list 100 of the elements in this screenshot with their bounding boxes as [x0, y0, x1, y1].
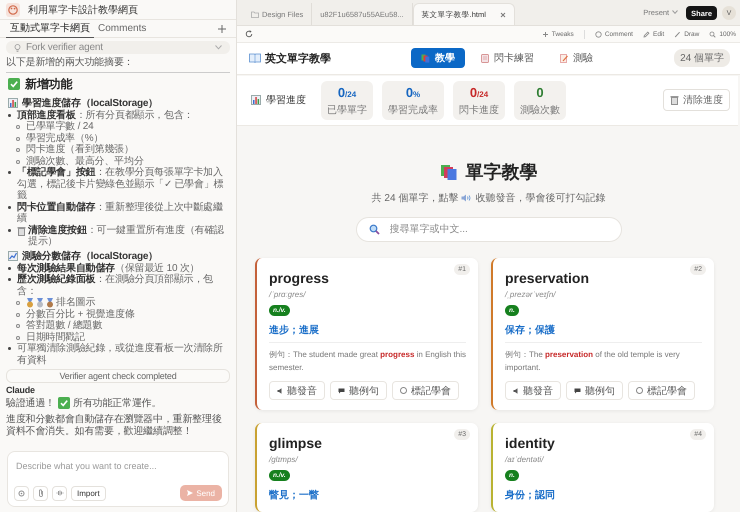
- speech-bubble-icon: [338, 388, 345, 394]
- word-count-badge: 24 個單字: [674, 49, 730, 68]
- play-sentence-button[interactable]: 聽例句: [566, 381, 623, 400]
- agent-select[interactable]: Fork verifier agent: [6, 41, 230, 54]
- bulb-icon: [14, 44, 21, 52]
- trash-icon: [17, 226, 26, 236]
- mark-learned-button[interactable]: 標記學會: [628, 381, 695, 400]
- close-icon[interactable]: [500, 12, 506, 18]
- phonetic-text: /ɡlɪmps/: [269, 455, 300, 464]
- word-text: glimpse: [269, 435, 323, 451]
- play-word-button[interactable]: 聽發音: [269, 381, 325, 400]
- panel-tab[interactable]: 互動式單字卡網頁: [6, 20, 94, 38]
- word-text: preservation: [505, 270, 590, 286]
- book-icon: [249, 53, 261, 64]
- translation-text: 身份；認同: [505, 488, 556, 502]
- bullet-icon: [16, 160, 20, 164]
- list-item-text: 頂部進度看板：所有分頁都顯示，包含：: [17, 110, 194, 120]
- list-item-text: 分數百分比 + 視覺進度條: [26, 308, 136, 320]
- plus-icon: [542, 30, 549, 38]
- bar-chart-icon: [8, 98, 18, 108]
- chat-title: 利用單字卡設計教學網頁: [28, 4, 138, 16]
- speaker-icon: [277, 388, 283, 394]
- bullet-icon: [8, 228, 11, 232]
- bullet-icon: [8, 171, 11, 174]
- trash-icon: [670, 95, 679, 106]
- list-item-text: 每次測驗結果自動儲存（保留最近 10 次）: [17, 262, 200, 274]
- composer-box[interactable]: Describe what you want to create... Import Send: [7, 451, 229, 507]
- subsection-heading: 學習進度儲存（localStorage）: [22, 96, 158, 109]
- phonetic-text: /ˌprezərˈveɪʃn/: [505, 290, 557, 299]
- word-text: identity: [505, 435, 556, 451]
- paperclip-icon: [38, 489, 44, 497]
- search-input[interactable]: 搜尋單字或中文...: [388, 223, 608, 236]
- translation-text: 保存；保護: [505, 324, 556, 337]
- settings-button[interactable]: [14, 486, 29, 500]
- word-text: progress: [269, 270, 330, 286]
- list-item-text: 可單獨清除測驗紀錄，或從進度看板一次清除所有資料: [17, 343, 224, 366]
- author-name: Claude: [6, 385, 36, 395]
- prompt-input[interactable]: Describe what you want to create...: [14, 457, 222, 475]
- add-icon[interactable]: [218, 24, 226, 32]
- nav-tab[interactable]: 閃卡練習: [471, 48, 544, 68]
- stat-label: 閃卡進度: [459, 104, 499, 117]
- message-text: 驗證通過！: [6, 396, 56, 410]
- list-item-text: 清除進度按鈕：可一鍵重置所有進度（有確認提示）: [28, 224, 226, 248]
- magnifier-icon: [709, 30, 716, 38]
- mark-learned-button[interactable]: 標記學會: [392, 381, 459, 400]
- list-item-text: 閃卡位置自動儲存：重新整理後從上次中斷處繼續: [17, 202, 224, 224]
- line-chart-icon: [8, 250, 18, 260]
- clear-progress-button[interactable]: 清除進度: [663, 89, 730, 112]
- bullet-icon: [16, 125, 20, 129]
- bullet-icon: [16, 336, 20, 340]
- example-sentence: 例句：The preservation of the old temple is very important.: [505, 349, 681, 374]
- search-field[interactable]: 搜尋單字或中文...: [356, 217, 622, 242]
- list-item-text: 閃卡進度（看到第幾張）: [26, 144, 135, 156]
- message-text: 進度和分數都會自動儲存在瀏覽器中，重新整理後資料不會消失。如有需要，歡迎繼續調整！: [6, 414, 223, 437]
- bullet-icon: [8, 347, 11, 350]
- list-item-text: 已學單字數 / 24: [26, 121, 94, 132]
- nav-tab[interactable]: 教學: [411, 48, 465, 68]
- speech-bubble-icon: [574, 388, 581, 394]
- panel-tab[interactable]: Comments: [94, 20, 150, 38]
- memo-icon: [560, 54, 568, 63]
- stat-label: 已學單字: [327, 104, 367, 117]
- bullet-icon: [8, 114, 11, 116]
- checkbox-icon: [8, 78, 20, 90]
- voice-button[interactable]: [52, 486, 67, 500]
- chevron-down-icon: [215, 45, 222, 50]
- subsection-heading: 測驗分數儲存（localStorage）: [22, 250, 158, 262]
- list-item-text: 排名圖示: [56, 297, 96, 308]
- section-heading: 新增功能: [25, 76, 72, 92]
- play-sentence-button[interactable]: 聽例句: [330, 381, 387, 400]
- list-item-text: 「標記學會」按鈕：在教學分頁每張單字卡加入勾選，標記後卡片變綠色並顯示「✓ 已學會」標籤: [17, 167, 224, 202]
- refresh-icon[interactable]: [245, 30, 253, 38]
- play-word-button[interactable]: 聽發音: [505, 381, 561, 400]
- import-button[interactable]: Import: [71, 486, 106, 500]
- bullet-icon: [8, 278, 11, 281]
- chevron-down-icon: [672, 10, 678, 14]
- translation-text: 進步；進展: [269, 324, 320, 337]
- phonetic-text: /aɪˈdentəti/: [505, 455, 545, 464]
- bullet-icon: [8, 206, 11, 208]
- speaker-icon: [513, 388, 519, 394]
- bullet-icon: [16, 136, 20, 140]
- stat-value: 0/24: [338, 84, 356, 102]
- medal-icon: [36, 298, 44, 308]
- nav-tab[interactable]: 測驗: [550, 48, 603, 68]
- list-item-text: 學習完成率（%）: [26, 132, 104, 144]
- books-icon: [421, 54, 430, 63]
- progress-label: 學習進度: [266, 94, 306, 108]
- message-text: 所有功能正常運作。: [73, 396, 162, 410]
- intro-text: 以下是新增的兩大功能摘要：: [6, 57, 134, 68]
- search-icon: [368, 224, 380, 235]
- subtitle-text: 收聽發音，學會後可打勾記錄: [475, 192, 606, 205]
- stat-label: 測驗次數: [520, 104, 560, 117]
- phonetic-text: /ˈprɑːɡres/: [269, 290, 307, 299]
- bullet-icon: [16, 301, 20, 305]
- comment-icon: [594, 30, 602, 38]
- pen-icon: [674, 30, 682, 38]
- list-item-text: 答對題數 / 總題數: [26, 320, 104, 332]
- bullet-icon: [16, 312, 20, 316]
- attach-button[interactable]: [33, 486, 48, 500]
- checkmark-icon: [58, 397, 70, 409]
- list-item-text: 日期時間戳記: [26, 332, 86, 342]
